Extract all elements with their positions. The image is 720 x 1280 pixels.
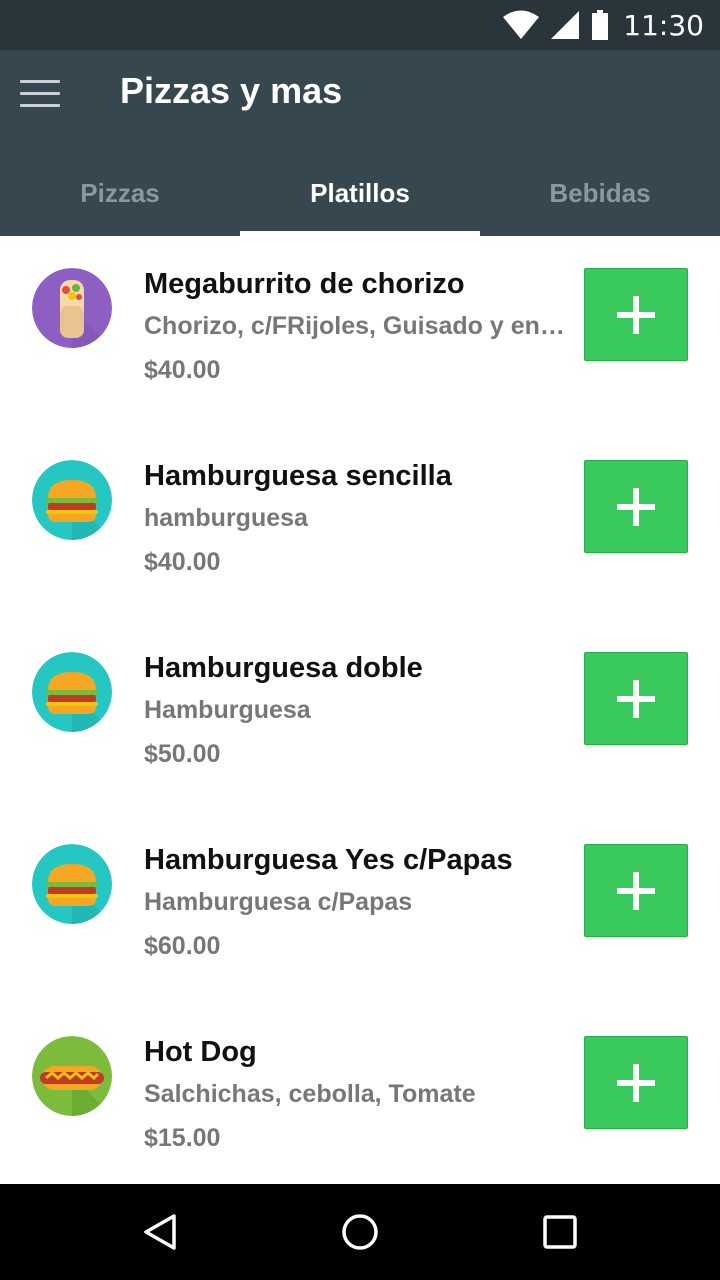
item-price: $50.00 (144, 740, 221, 768)
item-description: hamburguesa (144, 504, 308, 532)
item-description: Hamburguesa (144, 696, 311, 724)
add-item-button[interactable] (584, 1036, 688, 1129)
plus-icon (617, 295, 655, 334)
item-description: Hamburguesa c/Papas (144, 888, 413, 916)
hotdog-icon (32, 1036, 112, 1116)
add-item-button[interactable] (584, 652, 688, 745)
tab-label: Platillos (310, 177, 410, 208)
tab-pizzas[interactable]: Pizzas (0, 150, 240, 236)
add-item-button[interactable] (584, 268, 688, 361)
list-item[interactable]: Hamburguesa sencilla hamburguesa $40.00 (0, 428, 720, 620)
menu-list: Megaburrito de chorizo Chorizo, c/FRijol… (0, 236, 720, 1184)
tab-bar: Pizzas Platillos Bebidas (0, 150, 720, 236)
list-item[interactable]: Hamburguesa doble Hamburguesa $50.00 (0, 620, 720, 812)
menu-icon[interactable] (20, 80, 60, 108)
home-icon[interactable] (340, 1212, 380, 1252)
item-price: $40.00 (144, 548, 221, 576)
plus-icon (617, 679, 655, 718)
list-item[interactable]: Megaburrito de chorizo Chorizo, c/FRijol… (0, 236, 720, 428)
status-time: 11:30 (623, 8, 704, 42)
page-title: Pizzas y mas (120, 70, 343, 111)
tab-bebidas[interactable]: Bebidas (480, 150, 720, 236)
add-item-button[interactable] (584, 460, 688, 553)
burger-icon (32, 844, 112, 924)
burger-icon (32, 460, 112, 540)
item-price: $60.00 (144, 932, 221, 960)
item-name: Hamburguesa Yes c/Papas (144, 844, 513, 876)
item-price: $15.00 (144, 1124, 221, 1152)
tab-label: Pizzas (80, 177, 160, 208)
burger-icon (32, 652, 112, 732)
add-item-button[interactable] (584, 844, 688, 937)
app-bar: Pizzas y mas Pizzas Platillos Bebidas (0, 50, 720, 236)
tab-platillos[interactable]: Platillos (240, 150, 480, 236)
item-description: Chorizo, c/FRijoles, Guisado y en… (144, 312, 565, 340)
item-name: Hamburguesa doble (144, 652, 423, 684)
item-name: Hamburguesa sencilla (144, 460, 452, 492)
battery-icon (592, 10, 609, 40)
item-name: Megaburrito de chorizo (144, 268, 465, 300)
recents-icon[interactable] (540, 1212, 580, 1252)
tab-label: Bebidas (549, 177, 651, 208)
burrito-icon (32, 268, 112, 348)
item-price: $40.00 (144, 356, 221, 384)
list-item[interactable]: Hot Dog Salchichas, cebolla, Tomate $15.… (0, 1004, 720, 1184)
plus-icon (617, 1063, 655, 1102)
navigation-bar (0, 1184, 720, 1280)
list-item[interactable]: Hamburguesa Yes c/Papas Hamburguesa c/Pa… (0, 812, 720, 1004)
plus-icon (617, 487, 655, 526)
back-icon[interactable] (140, 1212, 180, 1252)
status-bar: 11:30 (0, 0, 720, 50)
signal-icon (551, 11, 580, 39)
item-name: Hot Dog (144, 1036, 257, 1068)
wifi-icon (503, 10, 540, 39)
item-description: Salchichas, cebolla, Tomate (144, 1080, 476, 1108)
plus-icon (617, 871, 655, 910)
